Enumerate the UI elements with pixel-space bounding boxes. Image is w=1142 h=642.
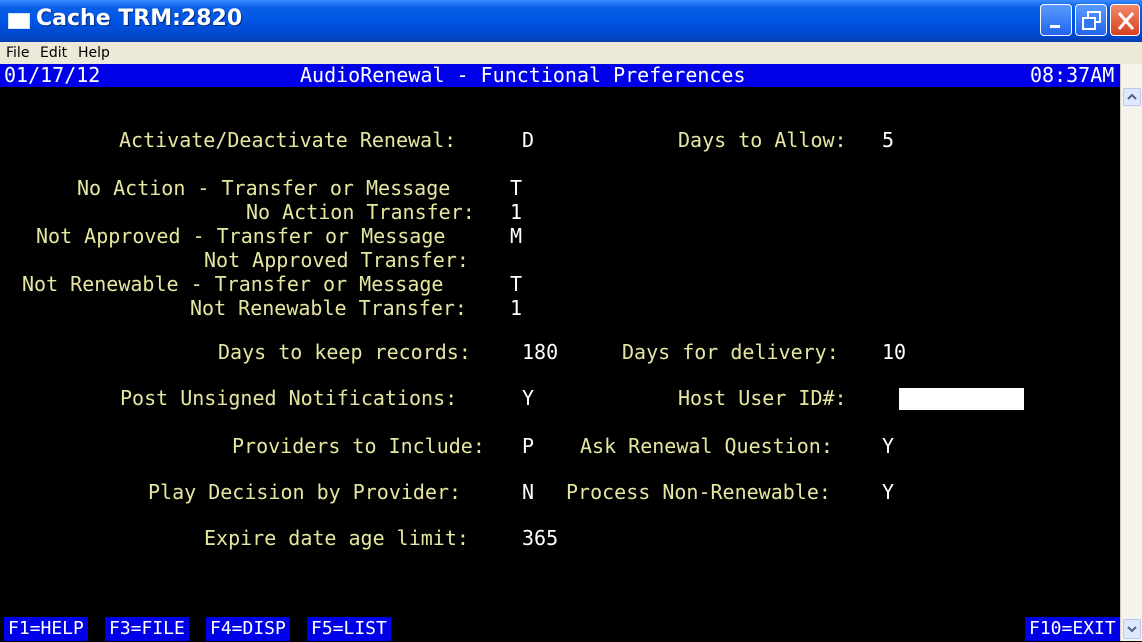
menu-file[interactable]: File (6, 45, 29, 61)
no-action-label: No Action - Transfer or Message (77, 176, 451, 200)
ask-renewal-question-label: Ask Renewal Question: (580, 434, 833, 458)
not-approved-transfer-label: Not Approved Transfer: (204, 248, 469, 272)
menu-edit[interactable]: Edit (40, 45, 67, 61)
days-keep-records-label: Days to keep records: (218, 340, 471, 364)
restore-button[interactable] (1075, 4, 1107, 36)
not-renewable-label: Not Renewable - Transfer or Message (22, 272, 444, 296)
not-approved-field[interactable]: M (510, 224, 522, 248)
play-decision-field[interactable]: N (522, 480, 534, 504)
activate-renewal-field[interactable]: D (522, 128, 534, 152)
process-non-renewable-label: Process Non-Renewable: (566, 480, 831, 504)
no-action-transfer-label: No Action Transfer: (246, 200, 475, 224)
days-to-allow-label: Days to Allow: (678, 128, 847, 152)
header-title: AudioRenewal - Functional Preferences (300, 63, 746, 87)
close-icon (1117, 12, 1135, 30)
vertical-scrollbar[interactable] (1120, 64, 1142, 641)
f10-exit-key[interactable]: F10=EXIT (1025, 617, 1120, 641)
activate-renewal-label: Activate/Deactivate Renewal: (119, 128, 457, 152)
f4-disp-key[interactable]: F4=DISP (206, 617, 290, 641)
providers-include-label: Providers to Include: (232, 434, 485, 458)
days-keep-records-field[interactable]: 180 (522, 340, 558, 364)
not-renewable-field[interactable]: T (510, 272, 522, 296)
chevron-down-icon (1127, 626, 1137, 633)
ask-renewal-question-field[interactable]: Y (882, 434, 894, 458)
not-approved-label: Not Approved - Transfer or Message (36, 224, 446, 248)
scroll-down-button[interactable] (1123, 619, 1141, 639)
window-title: Cache TRM:2820 (36, 6, 243, 31)
title-bar[interactable]: Cache TRM:2820 (0, 0, 1142, 42)
no-action-transfer-field[interactable]: 1 (510, 200, 522, 224)
no-action-field[interactable]: T (510, 176, 522, 200)
providers-include-field[interactable]: P (522, 434, 534, 458)
play-decision-label: Play Decision by Provider: (148, 480, 462, 504)
host-user-id-field[interactable] (899, 388, 1024, 410)
days-to-allow-field[interactable]: 5 (882, 128, 894, 152)
expire-age-limit-field[interactable]: 365 (522, 526, 558, 550)
process-non-renewable-field[interactable]: Y (882, 480, 894, 504)
f5-list-key[interactable]: F5=LIST (307, 617, 391, 641)
chevron-up-icon (1127, 93, 1137, 100)
minimize-icon (1050, 25, 1060, 28)
days-for-delivery-label: Days for delivery: (622, 340, 839, 364)
header-date: 01/17/12 (4, 63, 101, 87)
host-user-id-label: Host User ID#: (678, 386, 847, 410)
minimize-button[interactable] (1040, 4, 1072, 36)
post-unsigned-label: Post Unsigned Notifications: (120, 386, 458, 410)
f3-file-key[interactable]: F3=FILE (105, 617, 189, 641)
expire-age-limit-label: Expire date age limit: (204, 526, 469, 550)
restore-icon (1082, 11, 1101, 30)
header-time: 08:37AM (1030, 63, 1115, 87)
menu-help[interactable]: Help (78, 45, 110, 61)
not-renewable-transfer-field[interactable]: 1 (510, 296, 522, 320)
menu-bar: File Edit Help (0, 42, 1142, 65)
close-button[interactable] (1110, 4, 1140, 36)
post-unsigned-field[interactable]: Y (522, 386, 534, 410)
f1-help-key[interactable]: F1=HELP (4, 617, 88, 641)
terminal-window-icon (8, 13, 30, 29)
scroll-up-button[interactable] (1123, 88, 1141, 106)
days-for-delivery-field[interactable]: 10 (882, 340, 906, 364)
not-renewable-transfer-label: Not Renewable Transfer: (190, 296, 467, 320)
